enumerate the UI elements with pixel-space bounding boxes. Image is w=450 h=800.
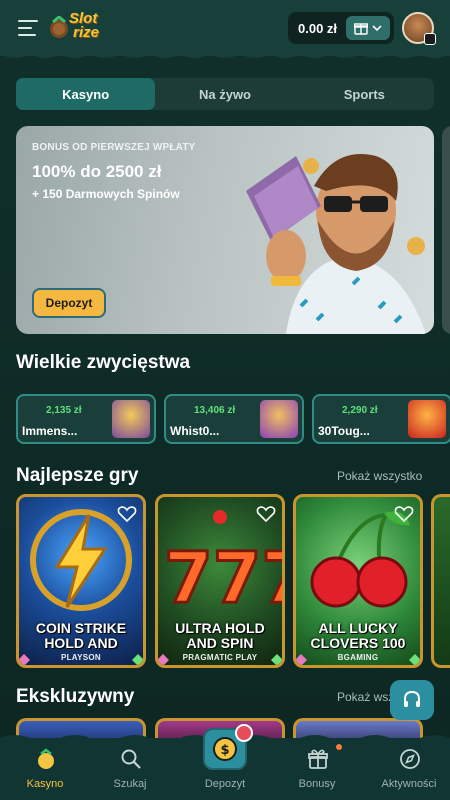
- balance-value: 0.00 zł: [298, 20, 338, 36]
- game-title-line2: AND SPIN: [186, 635, 254, 651]
- nav-label: Aktywności: [381, 778, 437, 790]
- nav-item-aktywnosci[interactable]: Aktywności: [364, 738, 450, 800]
- game-title-line1: ALL LUCKY: [318, 620, 398, 636]
- tab-na-zywo[interactable]: Na żywo: [155, 78, 294, 110]
- nav-item-kasyno[interactable]: Kasyno: [0, 738, 90, 800]
- tab-sports[interactable]: Sports: [295, 78, 434, 110]
- game-title-line1: ULTRA HOLD: [175, 620, 265, 636]
- sevens-icon: 777: [163, 510, 282, 617]
- win-game-thumbnail: [260, 400, 298, 438]
- wallet-dropdown-button[interactable]: [346, 16, 390, 40]
- game-title-line2: HOLD AND: [44, 635, 118, 651]
- nav-label: Bonusy: [298, 778, 336, 790]
- category-tabs: Kasyno Na żywo Sports: [16, 78, 434, 110]
- next-banner-peek[interactable]: [442, 126, 450, 334]
- promo-banner[interactable]: BONUS OD PIERWSZEJ WPŁATY 100% do 2500 z…: [16, 126, 434, 334]
- banner-character-illustration: [246, 154, 426, 334]
- balance-box[interactable]: 0.00 zł: [288, 12, 394, 44]
- gift-badge-icon: [235, 724, 253, 742]
- top-games-show-all-link[interactable]: Pokaż wszystko: [337, 469, 422, 483]
- coconut-logo-icon: [50, 16, 68, 38]
- top-games-title: Najlepsze gry: [16, 465, 139, 486]
- compass-icon: [400, 749, 420, 769]
- game-card-peek[interactable]: [431, 494, 450, 668]
- notification-dot: [336, 744, 342, 750]
- svg-text:777: 777: [164, 537, 282, 617]
- win-game-thumbnail: [112, 400, 150, 438]
- nav-label: Kasyno: [26, 778, 64, 790]
- favorite-heart-icon[interactable]: [394, 505, 414, 523]
- green-gem-icon: [132, 654, 143, 665]
- pink-gem-icon: [19, 654, 30, 665]
- nav-label: Szukaj: [113, 778, 147, 790]
- exclusive-title: Ekskluzywny: [16, 686, 135, 707]
- game-card-coin-strike[interactable]: COIN STRIKE HOLD AND PLAYSON: [16, 494, 146, 668]
- game-card-all-lucky-clovers[interactable]: ALL LUCKY CLOVERS 100 BGAMING: [293, 494, 423, 668]
- menu-icon[interactable]: [18, 20, 38, 36]
- nav-item-szukaj[interactable]: Szukaj: [85, 738, 175, 800]
- banner-kicker: BONUS OD PIERWSZEJ WPŁATY: [32, 142, 196, 153]
- game-title-line1: COIN STRIKE: [35, 620, 127, 636]
- game-card-ultra-hold[interactable]: 777 ULTRA HOLD AND SPIN PRAGMATIC PLAY: [155, 494, 285, 668]
- banner-title: 100% do 2500 zł: [32, 162, 162, 181]
- svg-text:$: $: [220, 743, 229, 758]
- avatar[interactable]: [402, 12, 436, 45]
- win-amount: 13,406 zł: [194, 405, 236, 416]
- casino-icon: [38, 748, 54, 769]
- win-game-name: 30Toug...: [318, 424, 370, 438]
- nav-label: Depozyt: [204, 778, 246, 790]
- coin-icon: $: [213, 737, 237, 761]
- banner-deposit-button[interactable]: Depozyt: [32, 288, 106, 318]
- big-wins-title: Wielkie zwycięstwa: [16, 352, 191, 373]
- green-gem-icon: [409, 654, 420, 665]
- search-icon: [121, 749, 141, 769]
- win-card[interactable]: 2,135 zł Immens...: [16, 394, 156, 444]
- game-title-line2: CLOVERS 100: [310, 635, 406, 651]
- deposit-fab-button[interactable]: $: [203, 724, 253, 770]
- win-amount: 2,135 zł: [46, 405, 82, 416]
- banner-subtitle: + 150 Darmowych Spinów: [32, 187, 180, 201]
- game-title: ALL LUCKY CLOVERS 100: [296, 621, 420, 651]
- favorite-heart-icon[interactable]: [117, 505, 137, 523]
- chevron-down-icon: [372, 25, 382, 32]
- headset-icon: [404, 690, 420, 707]
- game-title: ULTRA HOLD AND SPIN: [158, 621, 282, 651]
- win-card[interactable]: 13,406 zł Whist0...: [164, 394, 304, 444]
- pink-gem-icon: [158, 654, 169, 665]
- game-title: COIN STRIKE HOLD AND: [19, 621, 143, 651]
- header-wave-divider: [0, 48, 450, 58]
- game-provider: BGAMING: [337, 653, 379, 662]
- win-game-name: Whist0...: [170, 424, 220, 438]
- gift-icon: [354, 23, 368, 35]
- gift-icon: [308, 749, 328, 769]
- avatar-badge: [424, 33, 436, 45]
- slotrize-logo[interactable]: Slot rize: [47, 10, 107, 42]
- win-amount: 2,290 zł: [342, 405, 378, 416]
- cherries-icon: [310, 511, 410, 608]
- support-chat-button[interactable]: [390, 680, 434, 720]
- tab-kasyno[interactable]: Kasyno: [16, 78, 156, 110]
- win-game-thumbnail: [408, 400, 446, 438]
- game-provider: PRAGMATIC PLAY: [182, 653, 258, 662]
- win-game-name: Immens...: [22, 424, 78, 438]
- game-provider: PLAYSON: [60, 653, 102, 662]
- green-gem-icon: [271, 654, 282, 665]
- favorite-heart-icon[interactable]: [256, 505, 276, 523]
- pink-gem-icon: [296, 654, 307, 665]
- nav-item-bonusy[interactable]: Bonusy: [272, 738, 362, 800]
- win-card[interactable]: 2,290 zł 30Toug...: [312, 394, 450, 444]
- logo-wordmark: Slot rize: [69, 10, 100, 41]
